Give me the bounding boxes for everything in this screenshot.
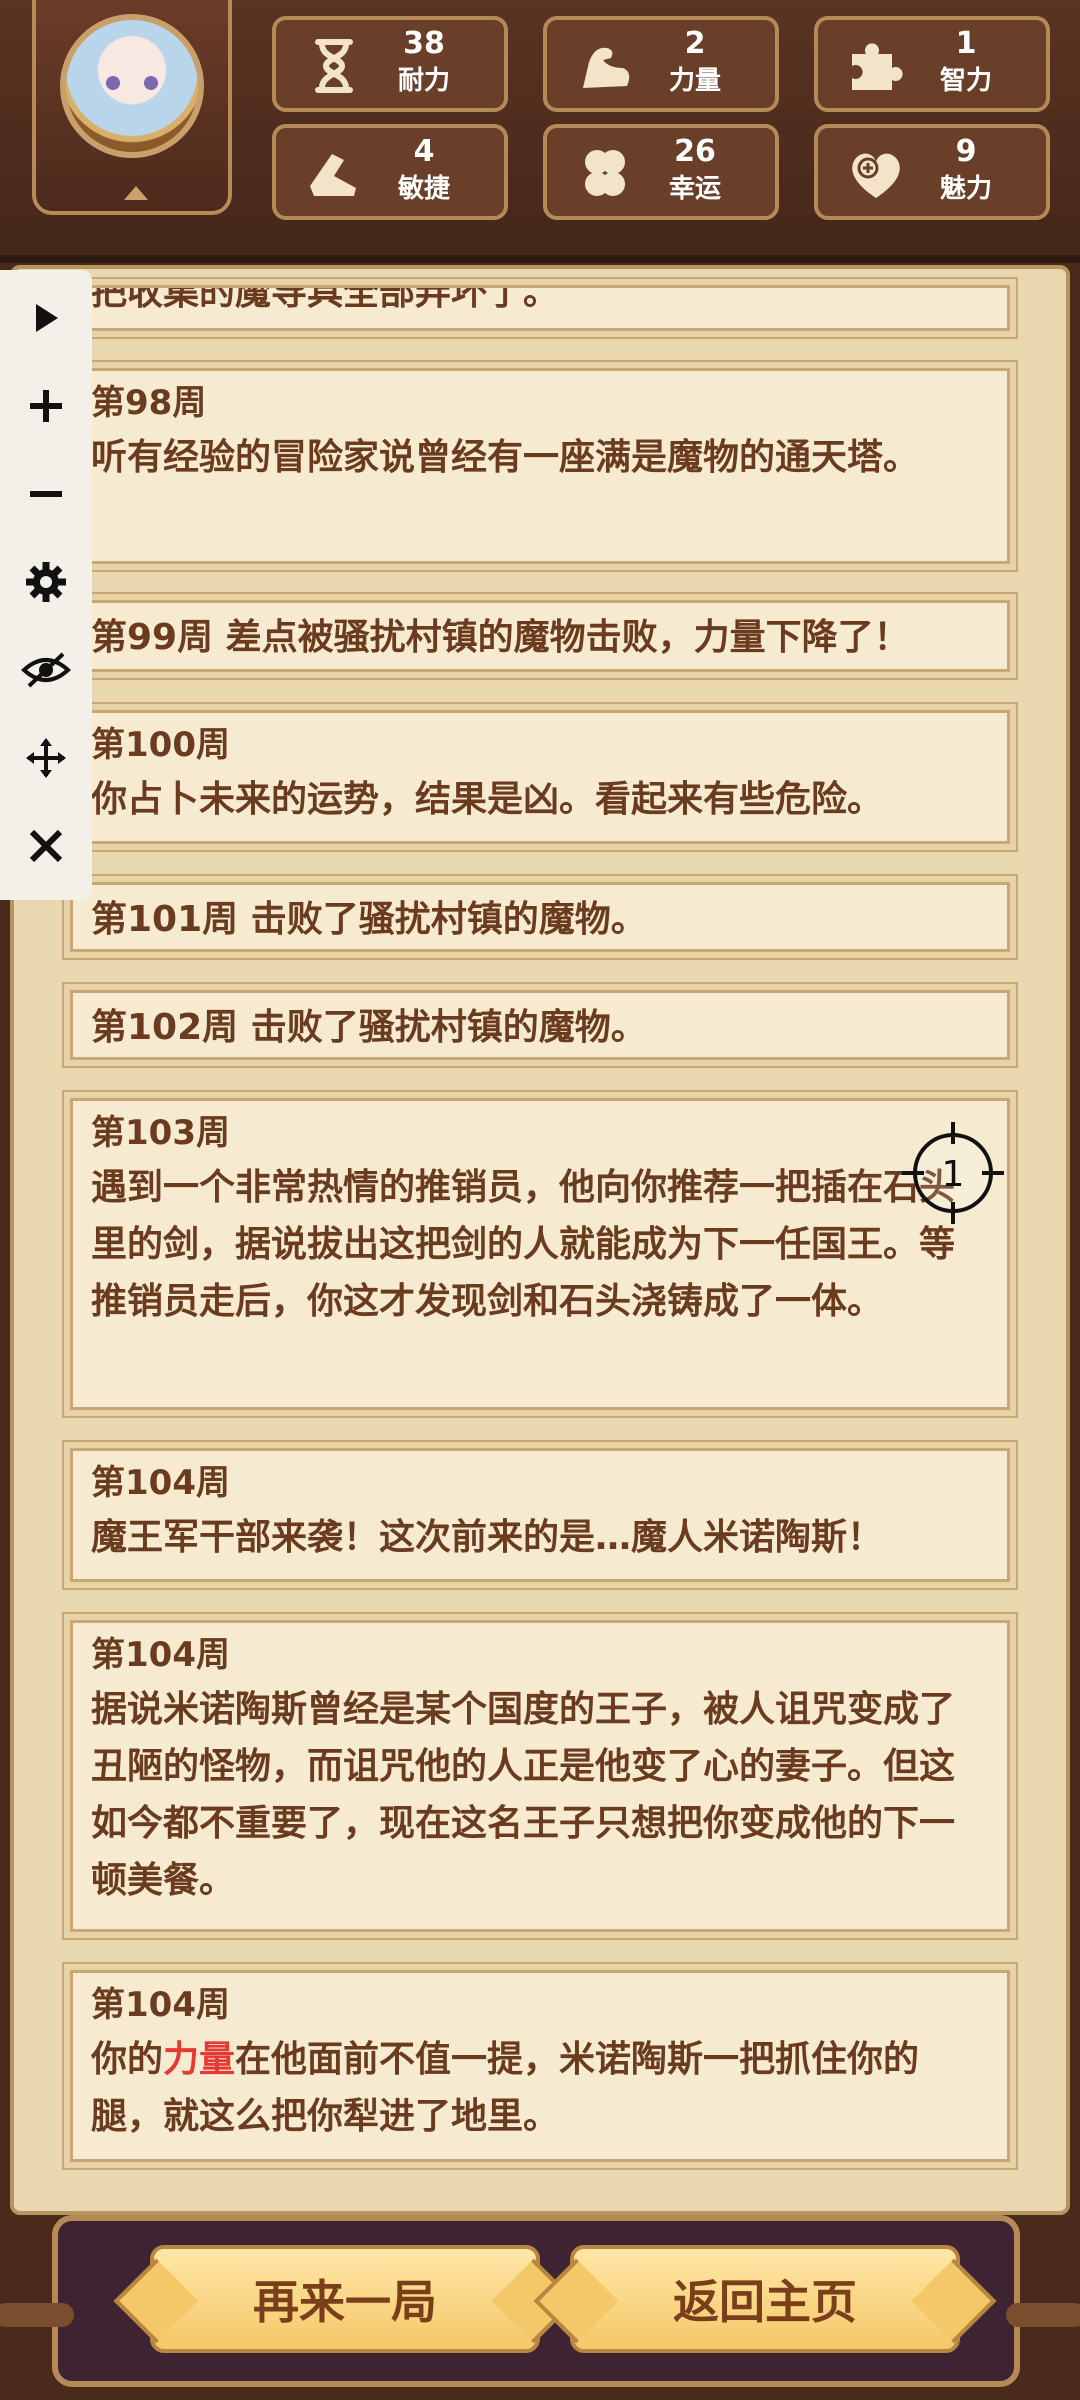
minus-icon xyxy=(30,491,62,497)
play-button[interactable] xyxy=(20,292,72,344)
stat-value: 9 xyxy=(955,134,977,169)
target-number: 1 xyxy=(942,1154,965,1195)
event-week: 第104周 xyxy=(91,1635,230,1675)
settings-button[interactable] xyxy=(20,556,72,608)
stat-agility: 4 敏捷 xyxy=(272,124,508,220)
event-week: 第100周 xyxy=(91,725,230,765)
avatar[interactable] xyxy=(60,14,204,158)
event-card: 第99周 差点被骚扰村镇的魔物击败，力量下降了！ xyxy=(70,600,1010,672)
zoom-in-button[interactable] xyxy=(20,380,72,432)
event-text: 遇到一个非常热情的推销员，他向你推荐一把插在石头里的剑，据说拔出这把剑的人就能成… xyxy=(91,1167,956,1322)
home-label: 返回主页 xyxy=(673,2275,857,2329)
avatar-frame[interactable] xyxy=(32,0,232,215)
event-text: 击败了骚扰村镇的魔物。 xyxy=(250,1007,647,1048)
event-card: 第102周 击败了骚扰村镇的魔物。 xyxy=(70,990,1010,1060)
crosshair-icon: 1 xyxy=(902,1122,1004,1224)
stat-value: 4 xyxy=(413,134,435,169)
stat-luck: 26 幸运 xyxy=(543,124,779,220)
stat-intelligence: 1 智力 xyxy=(814,16,1050,112)
heart-plus-icon xyxy=(852,153,900,198)
tap-target-marker[interactable]: 1 xyxy=(898,1118,1008,1228)
stat-label: 智力 xyxy=(939,66,992,96)
stat-label: 魅力 xyxy=(939,174,992,204)
stat-charm: 9 魅力 xyxy=(814,124,1050,220)
clover-icon xyxy=(585,150,625,196)
stat-label: 耐力 xyxy=(397,66,450,96)
stats-header: 38 耐力 2 力量 1 智力 4 敏捷 26 幸运 9 魅力 xyxy=(0,0,1080,263)
rope-knot-left xyxy=(0,2303,74,2327)
restart-label: 再来一局 xyxy=(253,2275,437,2329)
stat-label: 力量 xyxy=(668,66,721,96)
event-week: 第102周 xyxy=(91,1007,239,1048)
stat-value: 1 xyxy=(955,26,977,61)
event-card: 第104周 你的力量在他面前不值一提，米诺陶斯一把抓住你的腿，就这么把你犁进了地… xyxy=(70,1970,1010,2162)
stat-value: 2 xyxy=(684,26,706,61)
floating-toolbar xyxy=(0,270,92,900)
event-card: 第104周 据说米诺陶斯曾经是某个国度的王子，被人诅咒变成了丑陋的怪物，而诅咒他… xyxy=(70,1620,1010,1932)
stat-label: 敏捷 xyxy=(397,174,450,204)
rope-knot-right xyxy=(1006,2303,1080,2327)
hourglass-icon xyxy=(315,39,353,93)
event-week: 第101周 xyxy=(91,899,239,940)
restart-button[interactable]: 再来一局 xyxy=(150,2245,540,2353)
event-week: 第103周 xyxy=(91,1113,230,1153)
event-week: 第104周 xyxy=(91,1985,230,2025)
stat-label: 幸运 xyxy=(668,174,721,204)
event-text: 听有经验的冒险家说曾经有一座满是魔物的通天塔。 xyxy=(91,437,920,478)
event-week: 第98周 xyxy=(91,383,207,423)
event-card: 第103周 遇到一个非常热情的推销员，他向你推荐一把插在石头里的剑，据说拔出这把… xyxy=(70,1098,1010,1410)
event-card: 第104周 魔王军干部来袭！这次前来的是…魔人米诺陶斯！ xyxy=(70,1448,1010,1582)
boot-icon xyxy=(310,154,356,196)
event-text: 差点被骚扰村镇的魔物击败，力量下降了！ xyxy=(225,617,910,658)
event-text: 魔王军干部来袭！这次前来的是…魔人米诺陶斯！ xyxy=(91,1517,884,1558)
event-text: 击败了骚扰村镇的魔物。 xyxy=(250,899,647,940)
stat-value: 38 xyxy=(403,26,445,61)
event-card: 把收集的魔导具全部弄坏了。 xyxy=(70,285,1010,331)
plus-icon xyxy=(30,390,62,422)
event-highlight-stat: 力量 xyxy=(163,2039,236,2080)
stat-value: 26 xyxy=(674,134,716,169)
event-card: 第98周 听有经验的冒险家说曾经有一座满是魔物的通天塔。 xyxy=(70,368,1010,564)
event-card: 第101周 击败了骚扰村镇的魔物。 xyxy=(70,882,1010,952)
zoom-out-button[interactable] xyxy=(20,468,72,520)
avatar-ornament xyxy=(124,186,148,200)
home-button[interactable]: 返回主页 xyxy=(570,2245,960,2353)
event-week: 第104周 xyxy=(91,1463,230,1503)
event-week: 第99周 xyxy=(91,617,214,658)
event-card: 第100周 你占卜未来的运势，结果是凶。看起来有些危险。 xyxy=(70,710,1010,844)
hide-button[interactable] xyxy=(20,644,72,696)
event-text: 把收集的魔导具全部弄坏了。 xyxy=(91,285,560,313)
close-icon xyxy=(29,829,63,863)
event-text: 你占卜未来的运势，结果是凶。看起来有些危险。 xyxy=(91,779,884,820)
event-text: 据说米诺陶斯曾经是某个国度的王子，被人诅咒变成了丑陋的怪物，而诅咒他的人正是他变… xyxy=(91,1689,956,1901)
eye-off-icon xyxy=(21,652,71,688)
stat-strength: 2 力量 xyxy=(543,16,779,112)
move-icon xyxy=(26,738,66,778)
gear-icon xyxy=(26,562,66,602)
move-button[interactable] xyxy=(20,732,72,784)
stat-stamina: 38 耐力 xyxy=(272,16,508,112)
muscle-arm-icon xyxy=(583,47,630,88)
event-text-before: 你的 xyxy=(91,2039,164,2080)
avatar-eyes xyxy=(106,76,158,90)
puzzle-piece-icon xyxy=(852,43,903,90)
play-icon xyxy=(36,304,58,332)
close-button[interactable] xyxy=(20,820,72,872)
